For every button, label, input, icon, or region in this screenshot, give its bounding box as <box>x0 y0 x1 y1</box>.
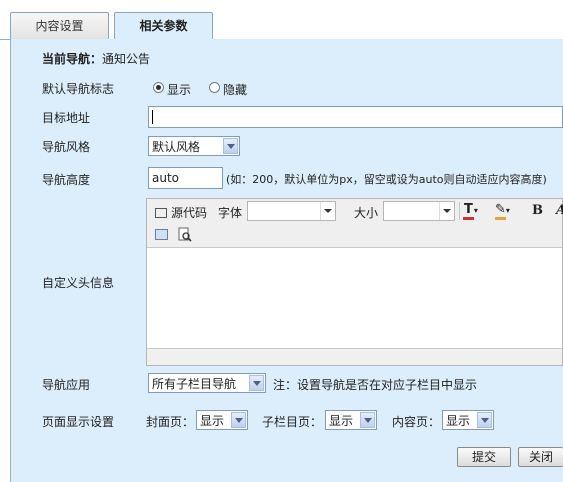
nav-height-input[interactable]: auto <box>148 167 223 189</box>
preview-icon[interactable] <box>178 227 192 242</box>
size-label: 大小 <box>354 206 379 220</box>
text-color-button[interactable]: T▾ <box>463 202 478 220</box>
chevron-down-icon <box>439 202 454 220</box>
radio-show-label: 显示 <box>167 83 192 97</box>
chevron-down-icon <box>477 412 492 428</box>
cover-page-value: 显示 <box>200 414 225 428</box>
chevron-down-icon <box>249 375 264 391</box>
nav-apply-select[interactable]: 所有子栏目导航 <box>148 373 266 393</box>
source-code-icon <box>155 208 167 218</box>
text-caret <box>152 110 153 124</box>
sub-column-page-label: 子栏目页： <box>262 415 323 429</box>
chevron-down-icon <box>360 412 375 428</box>
nav-style-label: 导航风格 <box>42 140 91 154</box>
radio-hide[interactable] <box>209 82 220 93</box>
chevron-down-icon <box>231 412 246 428</box>
content-page-select[interactable]: 显示 <box>442 410 494 430</box>
background-color-icon: ✎ <box>495 202 506 220</box>
source-code-button[interactable]: 源代码 <box>155 204 207 221</box>
nav-height-hint: (如：200，默认单位为px，留空或设为auto则自动适应内容高度) <box>226 173 547 186</box>
custom-header-label: 自定义头信息 <box>42 276 115 290</box>
nav-apply-value: 所有子栏目导航 <box>152 377 237 391</box>
bold-button[interactable]: B <box>532 203 543 218</box>
current-nav-value: 通知公告 <box>102 52 151 66</box>
tab-bar: 内容设置 相关参数 <box>0 0 563 40</box>
current-nav-label: 当前导航： <box>42 52 103 66</box>
close-button[interactable]: 关闭 <box>518 447 563 467</box>
editor-toolbar: 源代码 字体 大小 T▾ ✎▾ B A <box>147 199 563 247</box>
nav-apply-label: 导航应用 <box>42 378 91 392</box>
image-icon[interactable] <box>155 229 168 240</box>
content-page-value: 显示 <box>446 414 471 428</box>
font-select[interactable] <box>247 201 336 221</box>
tab-related-params[interactable]: 相关参数 <box>114 12 213 40</box>
submit-button[interactable]: 提交 <box>457 447 511 467</box>
radio-show[interactable] <box>153 82 164 93</box>
tab-content-settings[interactable]: 内容设置 <box>10 12 109 39</box>
current-nav: 当前导航：通知公告 <box>42 50 150 67</box>
bold-icon: B <box>532 203 543 218</box>
chevron-down-icon <box>320 202 335 220</box>
nav-height-label: 导航高度 <box>42 173 91 187</box>
target-url-input[interactable] <box>148 106 563 128</box>
cover-page-select[interactable]: 显示 <box>196 410 248 430</box>
font-label: 字体 <box>218 206 243 220</box>
page-display-label: 页面显示设置 <box>42 415 115 429</box>
editor-content-area[interactable] <box>147 247 562 349</box>
sub-column-page-select[interactable]: 显示 <box>325 410 377 430</box>
nav-apply-hint: 注：设置导航是否在对应子栏目中显示 <box>273 378 478 392</box>
size-select[interactable] <box>383 201 455 221</box>
italic-button[interactable]: A <box>556 203 563 218</box>
content-page-label: 内容页： <box>392 415 441 429</box>
background-color-button[interactable]: ✎▾ <box>495 202 510 220</box>
default-nav-flag-label: 默认导航标志 <box>42 82 115 96</box>
rich-text-editor: 源代码 字体 大小 T▾ ✎▾ B A <box>146 198 563 366</box>
cover-page-label: 封面页： <box>146 415 195 429</box>
italic-icon: A <box>556 203 563 218</box>
target-url-label: 目标地址 <box>42 111 91 125</box>
toolbar-separator <box>459 202 460 220</box>
chevron-down-icon <box>223 138 238 154</box>
nav-style-select[interactable]: 默认风格 <box>148 136 240 156</box>
text-color-icon: T <box>463 202 474 220</box>
radio-hide-label: 隐藏 <box>223 83 248 97</box>
sub-column-page-value: 显示 <box>329 414 354 428</box>
source-code-label: 源代码 <box>171 206 208 220</box>
nav-style-value: 默认风格 <box>152 140 201 154</box>
